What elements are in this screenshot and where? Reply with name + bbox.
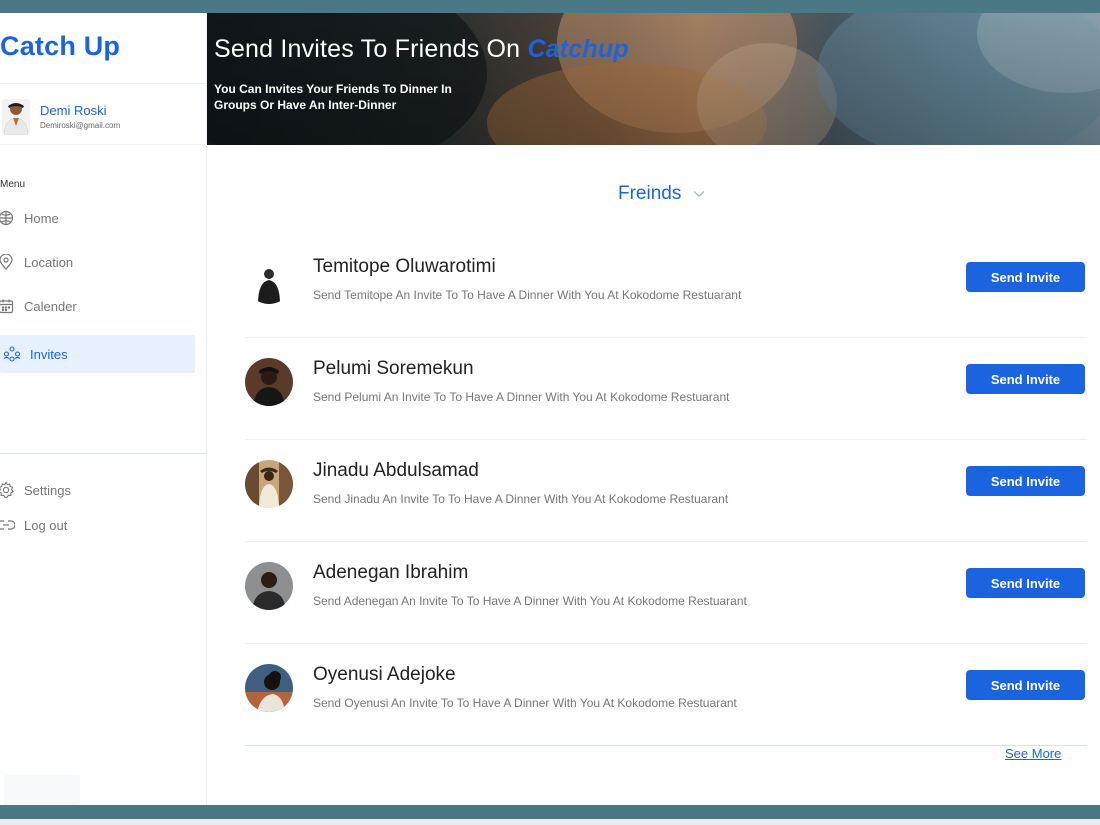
sidebar-item-label: Invites xyxy=(30,346,68,362)
send-invite-button[interactable]: Send Invite xyxy=(966,466,1085,496)
see-more-link[interactable]: See More xyxy=(1005,746,1061,761)
globe-icon xyxy=(0,208,16,228)
friend-name: Oyenusi Adejoke xyxy=(313,664,456,685)
friend-description: Send Adenegan An Invite To To Have A Din… xyxy=(313,594,747,608)
friend-name: Adenegan Ibrahim xyxy=(313,562,469,583)
menu-title: Menu xyxy=(0,179,26,190)
gear-icon xyxy=(0,480,16,500)
sidebar: Catch Up Demi Roski Demiroski@gmail.com … xyxy=(0,13,207,805)
logout-icon xyxy=(0,515,16,535)
sidebar-item-home[interactable]: Home xyxy=(0,199,195,237)
sidebar-item-label: Location xyxy=(24,254,74,270)
divider xyxy=(0,144,207,145)
chevron-down-icon xyxy=(693,190,705,198)
user-profile[interactable]: Demi Roski Demiroski@gmail.com xyxy=(0,97,207,145)
friend-row: Oyenusi Adejoke Send Oyenusi An Invite T… xyxy=(245,644,1087,746)
send-invite-button[interactable]: Send Invite xyxy=(966,670,1085,700)
avatar xyxy=(245,562,293,610)
avatar xyxy=(245,664,293,712)
friend-row: Jinadu Abdulsamad Send Jinadu An Invite … xyxy=(245,440,1087,542)
friend-row: Adenegan Ibrahim Send Adenegan An Invite… xyxy=(245,542,1087,644)
bottom-strip-edge xyxy=(0,819,1100,825)
sidebar-item-calender[interactable]: Calender xyxy=(0,287,195,325)
avatar xyxy=(245,256,293,304)
hero-photo xyxy=(207,13,1100,145)
avatar xyxy=(245,460,293,508)
filter-label: Freinds xyxy=(618,183,682,204)
sidebar-item-invites[interactable]: Invites xyxy=(0,335,195,373)
friend-row: Temitope Oluwarotimi Send Temitope An In… xyxy=(245,236,1087,338)
hero-subtitle: You Can Invites Your Friends To Dinner I… xyxy=(214,82,452,112)
top-strip xyxy=(0,0,1100,13)
bottom-strip xyxy=(0,805,1100,819)
map-pin-icon xyxy=(0,252,16,272)
user-name: Demi Roski xyxy=(40,103,107,118)
divider xyxy=(245,745,1087,746)
avatar xyxy=(2,99,30,135)
divider xyxy=(0,83,207,84)
friend-description: Send Pelumi An Invite To To Have A Dinne… xyxy=(313,390,730,404)
hero-title-text: Send Invites To Friends On xyxy=(214,35,528,63)
calendar-icon xyxy=(0,296,16,316)
friends-filter-dropdown[interactable]: Freinds xyxy=(618,183,705,205)
sidebar-item-logout[interactable]: Log out xyxy=(0,506,195,544)
app-logo[interactable]: Catch Up xyxy=(0,31,120,62)
friend-name: Pelumi Soremekun xyxy=(313,358,474,379)
sidebar-footer-placeholder xyxy=(4,775,80,805)
friend-description: Send Jinadu An Invite To To Have A Dinne… xyxy=(313,492,729,506)
sidebar-item-label: Settings xyxy=(24,482,71,498)
hero-title-brand: Catchup xyxy=(527,35,629,63)
divider xyxy=(0,453,207,454)
sidebar-item-location[interactable]: Location xyxy=(0,243,195,281)
friend-name: Jinadu Abdulsamad xyxy=(313,460,479,481)
sidebar-item-label: Log out xyxy=(24,517,68,533)
sidebar-item-label: Home xyxy=(24,210,59,226)
friend-name: Temitope Oluwarotimi xyxy=(313,256,496,277)
friend-row: Pelumi Soremekun Send Pelumi An Invite T… xyxy=(245,338,1087,440)
hero-banner: Send Invites To Friends On Catchup You C… xyxy=(207,13,1100,145)
send-invite-button[interactable]: Send Invite xyxy=(966,364,1085,394)
friend-description: Send Oyenusi An Invite To To Have A Dinn… xyxy=(313,696,737,710)
send-invite-button[interactable]: Send Invite xyxy=(966,262,1085,292)
sidebar-item-label: Calender xyxy=(24,298,77,314)
people-icon xyxy=(2,344,22,364)
send-invite-button[interactable]: Send Invite xyxy=(966,568,1085,598)
sidebar-item-settings[interactable]: Settings xyxy=(0,471,195,509)
avatar xyxy=(245,358,293,406)
user-email: Demiroski@gmail.com xyxy=(40,121,121,130)
friend-description: Send Temitope An Invite To To Have A Din… xyxy=(313,288,742,302)
hero-title: Send Invites To Friends On Catchup xyxy=(214,35,629,64)
